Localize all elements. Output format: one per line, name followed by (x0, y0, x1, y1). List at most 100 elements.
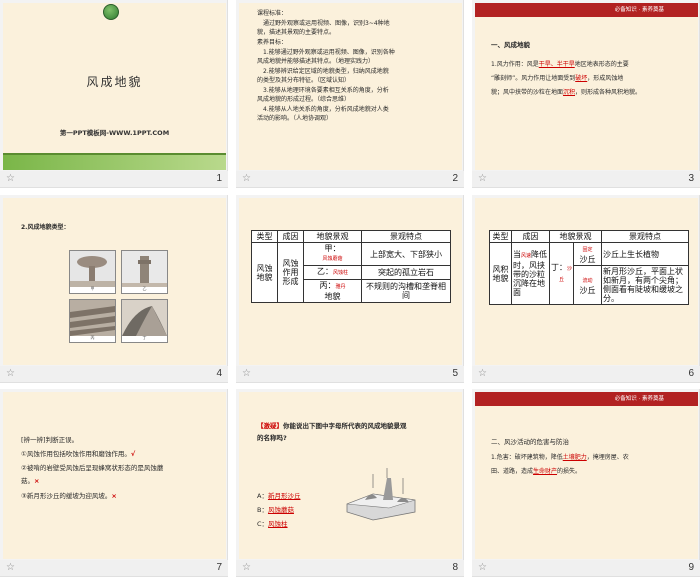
slide-4[interactable]: 2.风成地貌类型： 甲 乙 丙 丁 (3, 198, 226, 365)
exercise-line: ①风蚀作用包括吹蚀作用和磨蚀作用。√ (21, 450, 136, 458)
answer-text: 风速 (521, 253, 532, 259)
table-header: 景观特点 (361, 230, 451, 243)
answer-text: 新月形沙丘 (267, 492, 301, 500)
slide-text-line: 的类型及其分布特征。（区域认知） (257, 77, 351, 84)
slide-number: 2 (452, 173, 458, 184)
slide-thumbnail-8[interactable]: 【激疑】你能说出下图中字母所代表的风成地貌景观 的名称吗? A：新月形沙丘 B：… (236, 389, 464, 577)
slide-8[interactable]: 【激疑】你能说出下图中字母所代表的风成地貌景观 的名称吗? A：新月形沙丘 B：… (239, 392, 462, 559)
slide-text-line: 风成地貌的形成过程。（综合思维） (257, 96, 351, 103)
table-cell-feature: 新月形沙丘，平面上状如新月，有两个尖角；侧面看有陡坡和缓坡之分。 (601, 265, 689, 305)
slide-6[interactable]: 类型 成因 地貌景观 景观特点 风积地貌 当风速降低时，风挟带的沙粒沉降在地面 … (475, 198, 698, 365)
star-icon[interactable]: ☆ (478, 562, 487, 573)
question-tag: 【激疑】 (257, 422, 283, 430)
slide-thumbnail-9[interactable]: 必备知识 · 素养奠基 二、风沙活动的危害与防治 1.危害：破坏建筑物，降低土壤… (472, 389, 700, 577)
paragraph-line: 田、道路，造成生命财产的损失。 (491, 468, 582, 475)
thumbnail-footer: ☆ 5 (236, 366, 464, 382)
slide-thumbnail-1[interactable]: 风成地貌 第一PPT模板网-WWW.1PPT.COM ☆ 1 (0, 0, 228, 188)
slide-9[interactable]: 必备知识 · 素养奠基 二、风沙活动的危害与防治 1.危害：破坏建筑物，降低土壤… (475, 392, 698, 559)
landform-diagram (343, 464, 419, 522)
table-header: 成因 (511, 230, 550, 243)
thumbnail-footer: ☆ 9 (472, 560, 700, 576)
table-cell-cause: 当风速降低时，风挟带的沙粒沉降在地面 (511, 242, 550, 305)
slide-number: 4 (216, 368, 222, 379)
slide-title: 风成地貌 (86, 75, 143, 89)
table-cell-feature: 沙丘上生长植物 (601, 242, 689, 266)
slide-number: 3 (688, 173, 694, 184)
slide-3[interactable]: 必备知识 · 素养奠基 一、风成地貌 1.风力作用：风是干旱、半干旱地区地表形态… (475, 3, 698, 170)
slide-7[interactable]: [辨一辨]判断正误。 ①风蚀作用包括吹蚀作用和磨蚀作用。√ ②被啃的岩壁受风蚀后… (3, 392, 226, 559)
landform-table: 类型 成因 地貌景观 景观特点 风蚀地貌 风蚀作用形成 甲： 风蚀蘑菇 上部宽大、… (251, 230, 451, 303)
landform-photo-yardang: 丙 (69, 299, 116, 343)
paragraph-line: 貌；风中挟带的沙粒在地面沉积，则形成各种风积地貌。 (491, 89, 642, 96)
thumbnail-footer: ☆ 6 (472, 366, 700, 382)
header-label: 必备知识 · 素养奠基 (614, 7, 664, 13)
slide-number: 9 (688, 562, 694, 573)
answer-text: 风蚀柱 (332, 270, 348, 276)
star-icon[interactable]: ☆ (242, 368, 251, 379)
table-cell-cause: 风蚀作用形成 (277, 242, 304, 303)
paragraph-line: 1.风力作用：风是干旱、半干旱地区地表形态的主要 (491, 61, 629, 68)
star-icon[interactable]: ☆ (6, 562, 15, 573)
thumbnail-footer: ☆ 8 (236, 560, 464, 576)
thumbnail-footer: ☆ 7 (0, 560, 228, 576)
landform-photo-mushroom: 甲 (69, 250, 116, 294)
slide-5[interactable]: 类型 成因 地貌景观 景观特点 风蚀地貌 风蚀作用形成 甲： 风蚀蘑菇 上部宽大、… (239, 198, 462, 365)
slide-2[interactable]: 课程标准： 通过野外观察或运用视频、图像，识别3~4种地 貌，描述其景观的主要特… (239, 3, 462, 170)
slide-text-line: 课程标准： (257, 10, 288, 17)
table-header: 地貌景观 (303, 230, 362, 243)
table-header: 景观特点 (601, 230, 689, 243)
template-link: 第一PPT模板网-WWW.1PPT.COM (59, 129, 170, 137)
globe-icon (103, 4, 119, 20)
answer-text: 干旱、半干旱 (538, 61, 575, 68)
answer-text: 固定 (582, 247, 593, 253)
thumbnail-footer: ☆ 2 (236, 171, 464, 187)
star-icon[interactable]: ☆ (6, 173, 15, 184)
slide-thumbnail-4[interactable]: 2.风成地貌类型： 甲 乙 丙 丁 ☆ 4 (0, 195, 228, 383)
table-cell-type: 风积地貌 (489, 242, 512, 305)
thumbnail-footer: ☆ 4 (0, 366, 228, 382)
landform-photo-pillar: 乙 (121, 250, 168, 294)
slide-number: 5 (452, 368, 458, 379)
landform-photo-dune: 丁 (121, 299, 168, 343)
table-header: 地貌景观 (549, 230, 602, 243)
table-header: 类型 (251, 230, 278, 243)
answer-text: 雅丹 (335, 284, 346, 290)
photo-label: 丙 (90, 335, 95, 340)
table-cell-landform: 丁：沙丘 (549, 242, 574, 305)
table-cell-subtype: 流动 沙丘 (573, 265, 602, 305)
answer-text: 土壤肥力 (562, 454, 587, 461)
photo-label: 乙 (142, 286, 147, 291)
slide-thumbnail-2[interactable]: 课程标准： 通过野外观察或运用视频、图像，识别3~4种地 貌，描述其景观的主要特… (236, 0, 464, 188)
answer-text: 风蚀蘑菇 (322, 256, 343, 262)
answer-mark: √ (130, 450, 136, 458)
slide-header-bar: 必备知识 · 素养奠基 (475, 3, 698, 17)
table-cell-feature: 上部宽大、下部狭小 (361, 242, 451, 266)
table-cell-subtype: 固定 沙丘 (573, 242, 602, 266)
slide-thumbnail-7[interactable]: [辨一辨]判断正误。 ①风蚀作用包括吹蚀作用和磨蚀作用。√ ②被啃的岩壁受风蚀后… (0, 389, 228, 577)
star-icon[interactable]: ☆ (6, 368, 15, 379)
photo-label: 丁 (142, 335, 147, 340)
table-cell-landform: 丙：雅丹 地貌 (303, 279, 362, 303)
slide-thumbnail-5[interactable]: 类型 成因 地貌景观 景观特点 风蚀地貌 风蚀作用形成 甲： 风蚀蘑菇 上部宽大、… (236, 195, 464, 383)
table-header: 类型 (489, 230, 512, 243)
star-icon[interactable]: ☆ (478, 368, 487, 379)
paragraph-line: “雕刻师”。风力作用让地面受到破坏，形成风蚀地 (491, 75, 624, 82)
slide-text-line: 素养目标： (257, 39, 288, 46)
slide-text-line: 貌，描述其景观的主要特点。 (257, 29, 336, 36)
star-icon[interactable]: ☆ (478, 173, 487, 184)
answer-line: C：风蚀柱 (257, 520, 288, 528)
thumbnail-footer: ☆ 3 (472, 171, 700, 187)
landform-table: 类型 成因 地貌景观 景观特点 风积地貌 当风速降低时，风挟带的沙粒沉降在地面 … (489, 230, 689, 305)
slide-thumbnail-6[interactable]: 类型 成因 地貌景观 景观特点 风积地貌 当风速降低时，风挟带的沙粒沉降在地面 … (472, 195, 700, 383)
answer-text: 流动 (582, 278, 593, 284)
thumbnail-footer: ☆ 1 (0, 171, 228, 187)
star-icon[interactable]: ☆ (242, 562, 251, 573)
answer-text: 破坏 (575, 75, 588, 82)
slide-header-bar: 必备知识 · 素养奠基 (475, 392, 698, 406)
slide-1[interactable]: 风成地貌 第一PPT模板网-WWW.1PPT.COM (3, 3, 226, 170)
star-icon[interactable]: ☆ (242, 173, 251, 184)
slide-thumbnail-3[interactable]: 必备知识 · 素养奠基 一、风成地貌 1.风力作用：风是干旱、半干旱地区地表形态… (472, 0, 700, 188)
slide-text-line: 3.能够从地理环境各要素相互关系的角度，分析 (263, 87, 389, 94)
table-cell-type: 风蚀地貌 (251, 242, 278, 303)
answer-line: A：新月形沙丘 (257, 492, 301, 500)
